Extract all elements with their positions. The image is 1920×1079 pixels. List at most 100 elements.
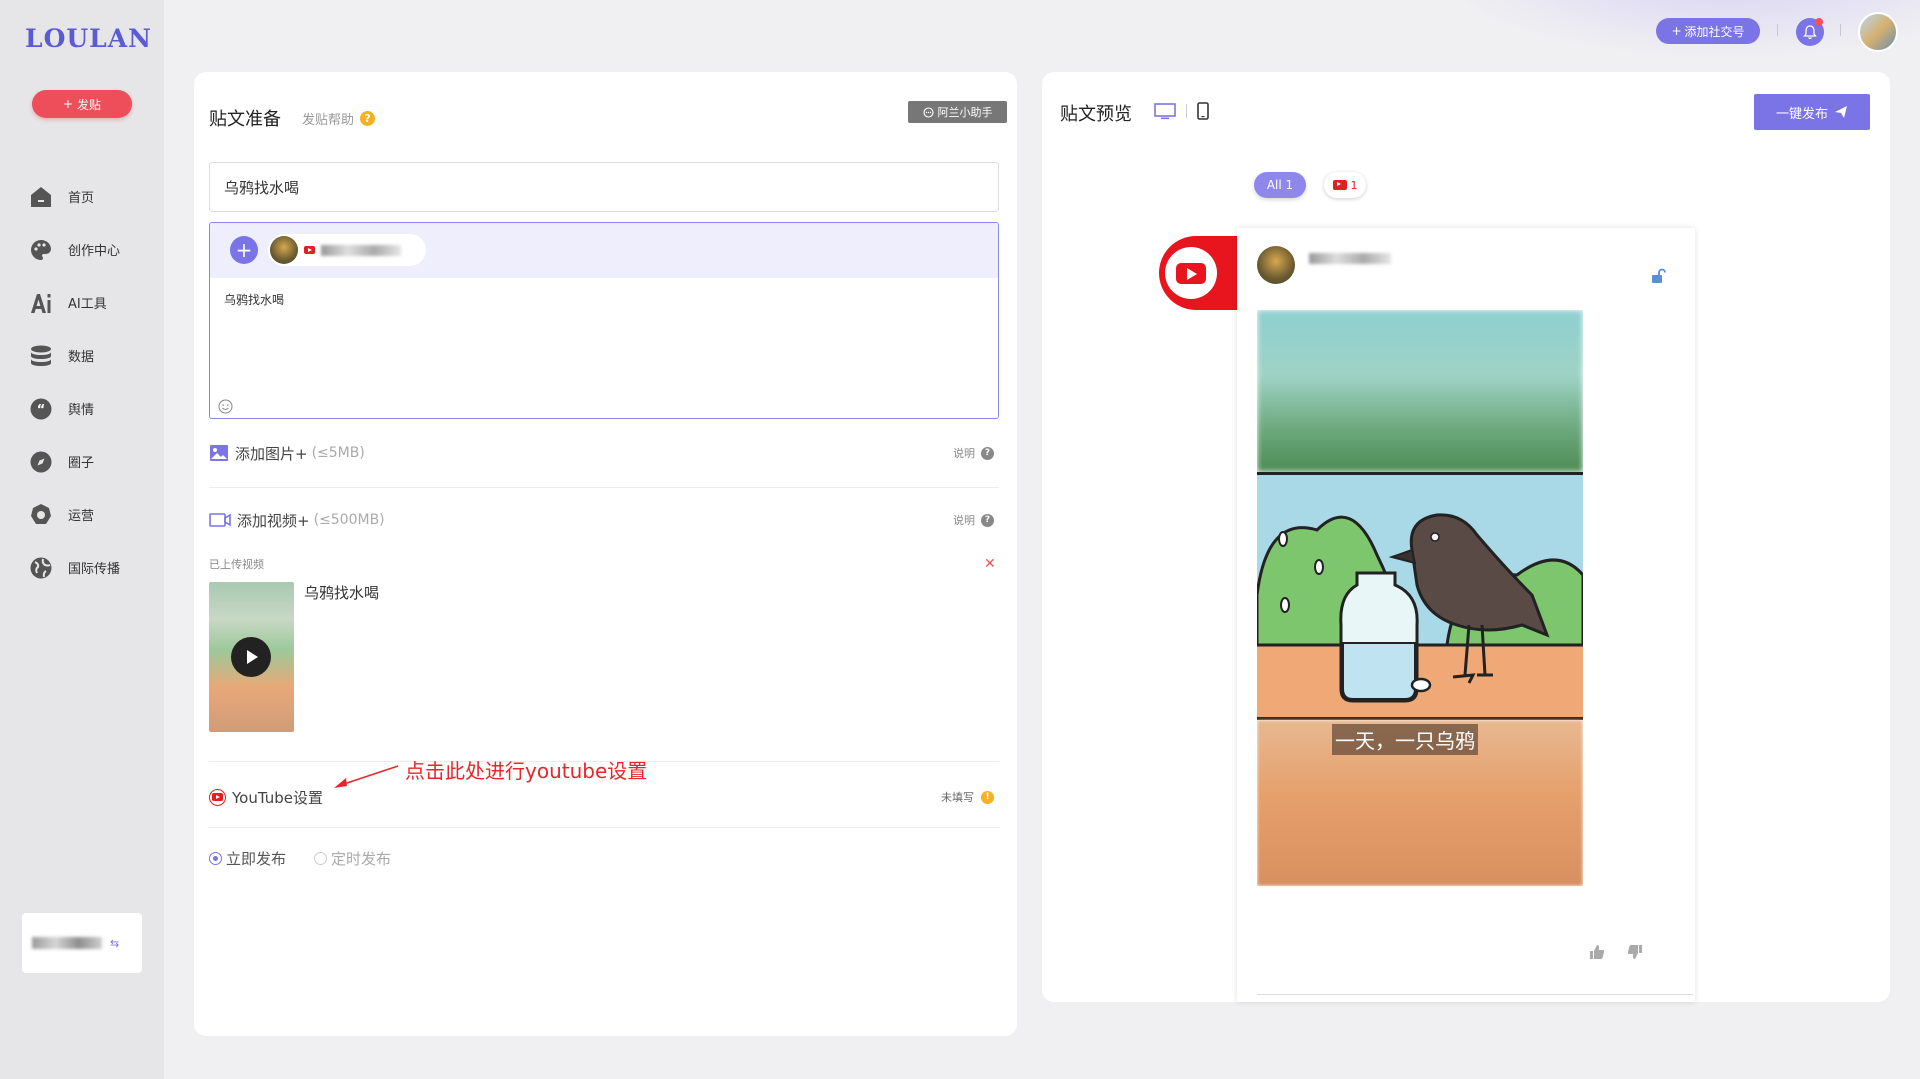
- post-title-value: 乌鸦找水喝: [224, 178, 300, 197]
- panel-title: 贴文准备: [209, 109, 281, 130]
- status-label: 未填写: [941, 791, 974, 804]
- account-avatar: [270, 236, 298, 264]
- unlock-icon[interactable]: [1650, 268, 1666, 284]
- add-social-account-button[interactable]: + 添加社交号: [1656, 18, 1760, 44]
- svg-text:“: “: [37, 403, 46, 418]
- radio-checked-icon: [209, 852, 222, 865]
- mobile-icon[interactable]: [1197, 102, 1209, 120]
- sidebar-item-creation[interactable]: 创作中心: [28, 223, 158, 276]
- new-post-label: 发贴: [77, 97, 102, 112]
- emoji-icon[interactable]: [218, 399, 233, 414]
- sidebar-item-label: 圈子: [68, 456, 95, 471]
- account-avatar: [1257, 246, 1295, 284]
- database-icon: [28, 343, 54, 369]
- thumbs-down-icon[interactable]: [1627, 944, 1643, 960]
- video-subtitle: 一天，一只乌鸦: [1332, 724, 1478, 755]
- youtube-icon: [1332, 180, 1347, 190]
- topbar-divider: [1840, 24, 1841, 36]
- desktop-icon[interactable]: [1154, 102, 1176, 120]
- notification-bell[interactable]: [1796, 18, 1824, 46]
- uploaded-video-label: 已上传视频: [209, 558, 264, 571]
- youtube-settings-row[interactable]: YouTube设置 未填写 !: [209, 782, 999, 812]
- assistant-label: 阿兰小助手: [937, 106, 993, 119]
- post-preview-panel: 贴文预览 一键发布 All 1 1 一天，一只乌鸦: [1042, 72, 1890, 1002]
- preview-title: 贴文预览: [1060, 104, 1132, 125]
- filter-youtube-chip[interactable]: 1: [1324, 172, 1366, 198]
- crow-illustration: [1257, 513, 1583, 717]
- publish-now-radio[interactable]: 立即发布: [209, 848, 286, 869]
- current-account-card[interactable]: ⇆: [22, 913, 142, 973]
- frame-crow-scene: [1257, 472, 1583, 720]
- post-title-input[interactable]: 乌鸦找水喝: [209, 162, 999, 212]
- add-social-label: 添加社交号: [1684, 24, 1745, 39]
- one-click-publish-button[interactable]: 一键发布: [1754, 94, 1870, 130]
- play-icon[interactable]: [231, 637, 271, 677]
- filter-youtube-count: 1: [1350, 178, 1358, 192]
- preview-video-frame[interactable]: [1257, 310, 1583, 886]
- warning-icon: !: [981, 790, 994, 804]
- post-help-link[interactable]: 发贴帮助 ?: [302, 109, 376, 128]
- user-avatar[interactable]: [1858, 12, 1898, 52]
- sidebar-item-circle[interactable]: 圈子: [28, 435, 158, 488]
- plus-icon: +: [62, 97, 74, 111]
- delete-video-icon[interactable]: ✕: [984, 556, 996, 572]
- youtube-settings-status: 未填写 !: [941, 789, 994, 805]
- add-account-button[interactable]: +: [230, 236, 258, 264]
- sidebar-item-operations[interactable]: 运营: [28, 488, 158, 541]
- add-image-row[interactable]: 添加图片+ (≤5MB) 说明 ?: [209, 438, 999, 468]
- sidebar-item-ai-tools[interactable]: AI工具: [28, 276, 158, 329]
- thumbs-up-icon[interactable]: [1589, 944, 1605, 960]
- question-icon: ?: [981, 513, 994, 527]
- add-video-label: 添加视频+: [237, 511, 310, 530]
- sidebar-item-label: 数据: [68, 350, 95, 365]
- selected-account-chip[interactable]: [268, 234, 426, 266]
- assistant-button[interactable]: 阿兰小助手: [908, 101, 1007, 123]
- publish-scheduled-radio[interactable]: 定时发布: [314, 848, 391, 869]
- publish-label: 一键发布: [1775, 106, 1828, 122]
- sidebar: LOULAN + 发贴 首页 创作中心 AI工具 数据 “ 舆情 圈子 运营 国…: [0, 0, 164, 1079]
- video-thumbnail[interactable]: [209, 582, 294, 732]
- topbar-divider: [1777, 24, 1778, 36]
- bell-icon: [1803, 24, 1817, 39]
- spec-label: 说明: [953, 514, 975, 527]
- sidebar-item-label: 运营: [68, 509, 95, 524]
- publish-mode-group: 立即发布 定时发布: [209, 848, 391, 869]
- send-icon: [1835, 106, 1847, 118]
- notification-dot: [1815, 18, 1823, 26]
- image-spec-link[interactable]: 说明 ?: [953, 445, 994, 461]
- quote-icon: “: [28, 396, 54, 422]
- post-body-text[interactable]: 乌鸦找水喝: [210, 278, 998, 321]
- new-post-button[interactable]: + 发贴: [32, 90, 132, 118]
- youtube-icon: [304, 246, 315, 254]
- frame-top-scene: [1257, 310, 1583, 472]
- gear-icon: [28, 502, 54, 528]
- image-size-limit: (≤5MB): [311, 445, 365, 461]
- sidebar-nav: 首页 创作中心 AI工具 数据 “ 舆情 圈子 运营 国际传播: [28, 170, 158, 594]
- youtube-logo-icon: [1165, 247, 1217, 299]
- filter-all-chip[interactable]: All 1: [1254, 172, 1306, 198]
- add-video-row[interactable]: 添加视频+ (≤500MB) 说明 ?: [209, 505, 999, 535]
- question-icon: ?: [360, 111, 376, 126]
- device-toggle: [1154, 102, 1209, 120]
- post-body-editor[interactable]: + 乌鸦找水喝: [209, 222, 999, 419]
- sidebar-item-home[interactable]: 首页: [28, 170, 158, 223]
- sidebar-item-data[interactable]: 数据: [28, 329, 158, 382]
- switch-icon[interactable]: ⇆: [110, 937, 119, 950]
- sidebar-item-sentiment[interactable]: “ 舆情: [28, 382, 158, 435]
- publish-scheduled-label: 定时发布: [331, 850, 392, 868]
- preview-post-card: 一天，一只乌鸦: [1237, 228, 1695, 1002]
- uploaded-video-name: 乌鸦找水喝: [304, 584, 380, 602]
- post-composer-panel: 贴文准备 发贴帮助 ? 阿兰小助手 乌鸦找水喝 + 乌鸦找水喝 添加图片+ (≤…: [194, 72, 1017, 1036]
- divider: [1186, 104, 1187, 118]
- annotation-text: 点击此处进行youtube设置: [405, 759, 648, 783]
- logo[interactable]: LOULAN: [25, 24, 152, 53]
- video-spec-link[interactable]: 说明 ?: [953, 512, 994, 528]
- compass-icon: [28, 449, 54, 475]
- youtube-icon: [209, 788, 226, 806]
- globe-icon: [28, 555, 54, 581]
- help-label: 发贴帮助: [302, 113, 355, 128]
- sidebar-item-international[interactable]: 国际传播: [28, 541, 158, 594]
- divider: [1257, 994, 1693, 995]
- sidebar-item-label: AI工具: [68, 297, 107, 312]
- publish-now-label: 立即发布: [226, 850, 287, 868]
